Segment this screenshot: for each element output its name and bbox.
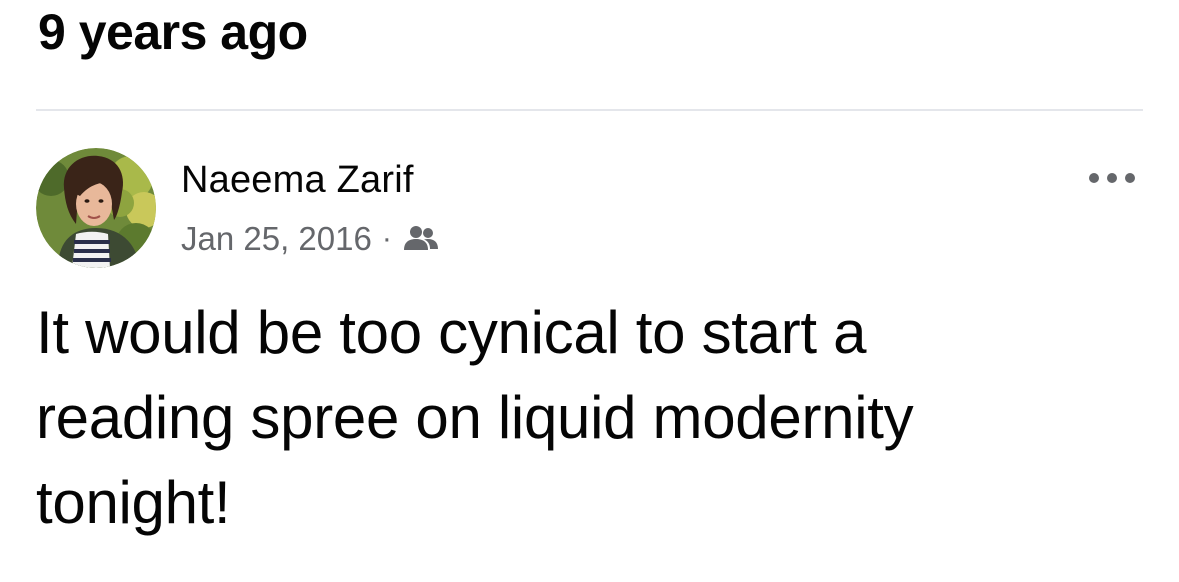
post-meta: Jan 25, 2016 ·	[181, 218, 438, 260]
more-horizontal-icon	[1089, 173, 1135, 183]
author-name[interactable]: Naeema Zarif	[181, 157, 414, 203]
post-text: It would be too cynical to start a readi…	[36, 299, 914, 536]
avatar-photo	[36, 148, 156, 268]
author-avatar[interactable]	[36, 148, 156, 268]
divider	[36, 109, 1143, 111]
post-date[interactable]: Jan 25, 2016	[181, 219, 372, 259]
more-options-button[interactable]	[1082, 160, 1142, 196]
memories-section-title: 9 years ago	[38, 4, 308, 60]
friends-icon[interactable]	[403, 224, 438, 254]
meta-separator: ·	[381, 222, 392, 255]
